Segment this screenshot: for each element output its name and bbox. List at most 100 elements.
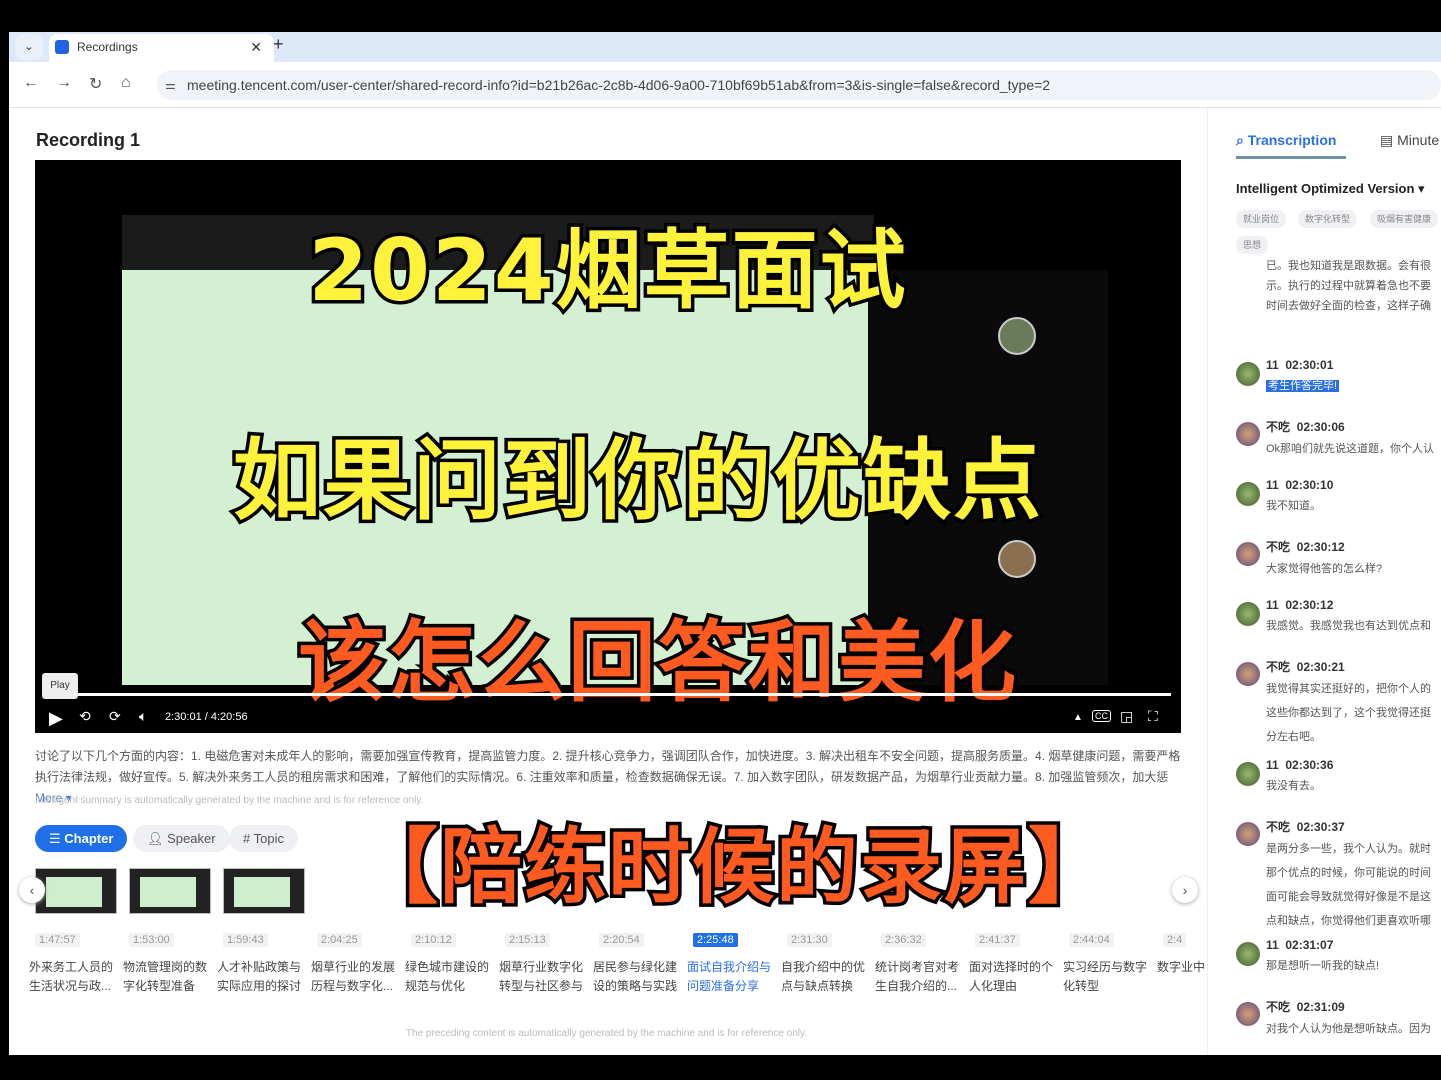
chapter-item[interactable]: 2:36:32 统计岗考官对考生自我介绍的... xyxy=(875,930,969,996)
transcript-preview: 已。我也知道我是跟数据。会有很 示。执行的过程中就算着急也不要 时间去做好全面的… xyxy=(1266,256,1431,316)
site-settings-icon[interactable]: ⚌ xyxy=(165,70,176,100)
topic-tag[interactable]: 就业岗位 xyxy=(1236,210,1287,228)
footer-note: The preceding content is automatically g… xyxy=(405,1028,808,1039)
transcript-message[interactable]: 11 02:30:01 考生作答完毕! xyxy=(1236,358,1441,396)
speaker-line: 不吃 02:30:37 xyxy=(1266,818,1441,835)
chapter-item[interactable]: 2:31:30 自我介绍中的优点与缺点转换 xyxy=(781,930,875,996)
rewind-5-icon[interactable]: ⟲ xyxy=(79,708,91,725)
message-line: 我不知道。 xyxy=(1266,500,1321,512)
transcript-message[interactable]: 不吃 02:31:09 对我个人认为他是想听缺点。因为 xyxy=(1236,998,1441,1039)
chapter-item[interactable]: 1:53:00 物流管理岗的数字化转型准备 xyxy=(123,930,217,996)
transcript-message[interactable]: 不吃 02:30:21 我觉得其实还挺好的，把你个人的 这些你都达到了，这个我觉得还… xyxy=(1236,658,1441,747)
transcript-message[interactable]: 11 02:30:10 我不知道。 xyxy=(1236,478,1441,516)
new-tab-button[interactable]: + xyxy=(273,34,284,55)
play-icon[interactable]: ▶ xyxy=(49,708,63,729)
chapter-item[interactable]: 2:44:04 实习经历与数字化转型 xyxy=(1063,930,1157,996)
timestamp: 02:30:06 xyxy=(1296,420,1345,434)
message-line: 点和缺点，你觉得他们更喜欢听哪 xyxy=(1266,915,1431,927)
chapter-time: 2:04:25 xyxy=(317,933,362,947)
tab-transcription[interactable]: ⌕ Transcription xyxy=(1236,132,1347,159)
forward-icon[interactable]: → xyxy=(56,74,72,92)
chapter-item[interactable]: 1:59:43 人才补贴政策与实际应用的探讨 xyxy=(217,930,311,996)
transcript-message[interactable]: 不吃 02:30:12 大家觉得他答的怎么样? xyxy=(1236,538,1441,579)
chapter-thumbnail[interactable] xyxy=(223,868,305,914)
video-player[interactable]: 2024烟草面试 如果问到你的优缺点 该怎么回答和美化 Play ▶ ⟲ ⟳ 🔈… xyxy=(35,160,1181,733)
chapter-title: 物流管理岗的数字化转型准备 xyxy=(123,960,208,993)
volume-icon[interactable]: 🔈︎ xyxy=(139,708,147,725)
fullscreen-icon[interactable]: ⛶ xyxy=(1148,708,1158,725)
message-line: Ok那咱们就先说这道题，你个人认 xyxy=(1266,443,1435,455)
avatar xyxy=(1236,822,1260,846)
speaker-name: 11 xyxy=(1266,938,1279,952)
scroll-left-button[interactable]: ‹ xyxy=(19,877,45,903)
chapter-item[interactable]: 2:20:54 居民参与绿化建设的策略与实践 xyxy=(593,930,687,996)
url-input[interactable]: ⚌ meeting.tencent.com/user-center/shared… xyxy=(157,70,1441,100)
thumbnail-image xyxy=(234,877,290,907)
chapter-time: 1:53:00 xyxy=(129,933,174,947)
avatar xyxy=(1236,662,1260,686)
speaker-name: 11 xyxy=(1266,358,1279,372)
chapter-time: 1:47:57 xyxy=(35,933,80,947)
browser-window: ⌄ Recordings ✕ + ← → ↻ ⌂ ⚌ meeting.tence… xyxy=(9,32,1441,1055)
message-text: 是两分多一些，我个人认为。就时 xyxy=(1266,839,1441,859)
overlay-title-4: 【陪练时候的录屏】 xyxy=(352,817,1113,919)
transcript-message[interactable]: 不吃 02:30:06 Ok那咱们就先说这道题，你个人认 xyxy=(1236,418,1441,459)
captions-button[interactable]: CC xyxy=(1092,710,1111,722)
transcript-message[interactable]: 不吃 02:30:37 是两分多一些，我个人认为。就时 那个优点的时候，你可能说的时… xyxy=(1236,818,1441,931)
transcript-message[interactable]: 11 02:30:12 我感觉。我感觉我也有达到优点和 xyxy=(1236,598,1441,636)
url-text: meeting.tencent.com/user-center/shared-r… xyxy=(187,77,1051,93)
chapter-title: 统计岗考官对考生自我介绍的... xyxy=(875,960,960,993)
chapter-thumbnail[interactable] xyxy=(35,868,117,914)
avatar xyxy=(1236,1002,1260,1026)
speaker-line: 11 02:31:07 xyxy=(1266,938,1441,952)
chapter-title: 居民参与绿化建设的策略与实践 xyxy=(593,960,678,993)
filter-chapter[interactable]: ☰ Chapter xyxy=(35,825,128,852)
chapter-time: 1:59:43 xyxy=(223,933,268,947)
timestamp: 02:30:36 xyxy=(1285,758,1334,772)
topic-tag[interactable]: 吸烟有害健康 xyxy=(1370,210,1439,228)
chapter-thumbnail[interactable] xyxy=(129,868,211,914)
filter-speaker[interactable]: 👤︎ Speaker xyxy=(133,825,230,852)
chapter-item[interactable]: 2:10:12 绿色城市建设的规范与优化 xyxy=(405,930,499,996)
speaker-name: 11 xyxy=(1266,478,1279,492)
chapter-item[interactable]: 2:41:37 面对选择时的个人化理由 xyxy=(969,930,1063,996)
topic-tag[interactable]: 思想 xyxy=(1236,236,1269,254)
tab-title: Recordings xyxy=(77,40,138,54)
forward-5-icon[interactable]: ⟳ xyxy=(109,708,121,725)
timestamp: 02:30:10 xyxy=(1285,478,1334,492)
chapter-item[interactable]: 2:15:13 烟草行业数字化转型与社区参与 xyxy=(499,930,593,996)
close-tab-icon[interactable]: ✕ xyxy=(250,34,262,60)
chapter-item[interactable]: 2:04:25 烟草行业的发展历程与数字化... xyxy=(311,930,405,996)
version-dropdown[interactable]: Intelligent Optimized Version ▾ xyxy=(1236,181,1425,197)
home-icon[interactable]: ⌂ xyxy=(121,74,131,92)
tab-recordings[interactable]: Recordings ✕ xyxy=(49,34,274,62)
chapter-item[interactable]: 1:47:57 外来务工人员的生活状况与政... xyxy=(29,930,123,996)
tab-list-button[interactable]: ⌄ xyxy=(15,34,43,60)
progress-bar[interactable] xyxy=(75,693,1171,696)
time-display: 2:30:01 / 4:20:56 xyxy=(165,711,248,723)
back-icon[interactable]: ← xyxy=(23,74,39,92)
thumbnail-image xyxy=(46,877,102,907)
avatar xyxy=(1236,762,1260,786)
chapter-time: 2:31:30 xyxy=(787,933,832,947)
chevron-up-icon[interactable]: ▲ xyxy=(1073,712,1083,723)
avatar xyxy=(1236,542,1260,566)
overlay-title-3: 该怎么回答和美化 xyxy=(294,608,1019,718)
message-line: 分左右吧。 xyxy=(1266,731,1321,743)
reload-icon[interactable]: ↻ xyxy=(89,74,102,94)
chapter-time: 2:20:54 xyxy=(599,933,644,947)
chapter-title: 绿色城市建设的规范与优化 xyxy=(405,960,490,993)
transcript-message[interactable]: 11 02:30:36 我没有去。 xyxy=(1236,758,1441,796)
topic-tag[interactable]: 数字化转型 xyxy=(1298,210,1358,228)
speaker-line: 不吃 02:30:12 xyxy=(1266,538,1441,555)
scroll-right-button[interactable]: › xyxy=(1172,877,1198,903)
speaker-line: 不吃 02:30:06 xyxy=(1266,418,1441,435)
tab-minute[interactable]: ▤ Minute xyxy=(1380,132,1439,149)
pip-icon[interactable]: ◲ xyxy=(1120,708,1133,725)
avatar xyxy=(1236,942,1260,966)
filter-topic[interactable]: # Topic xyxy=(229,825,298,852)
transcript-message[interactable]: 11 02:31:07 那是想听一听我的缺点! xyxy=(1236,938,1441,976)
summary-text: 讨论了以下几个方面的内容：1. 电磁危害对未成年人的影响，需要加强宣传教育，提高… xyxy=(35,749,1181,784)
chapter-item[interactable]: 2:25:48 面试自我介绍与问题准备分享 xyxy=(687,930,781,996)
filter-label: Speaker xyxy=(167,831,216,846)
